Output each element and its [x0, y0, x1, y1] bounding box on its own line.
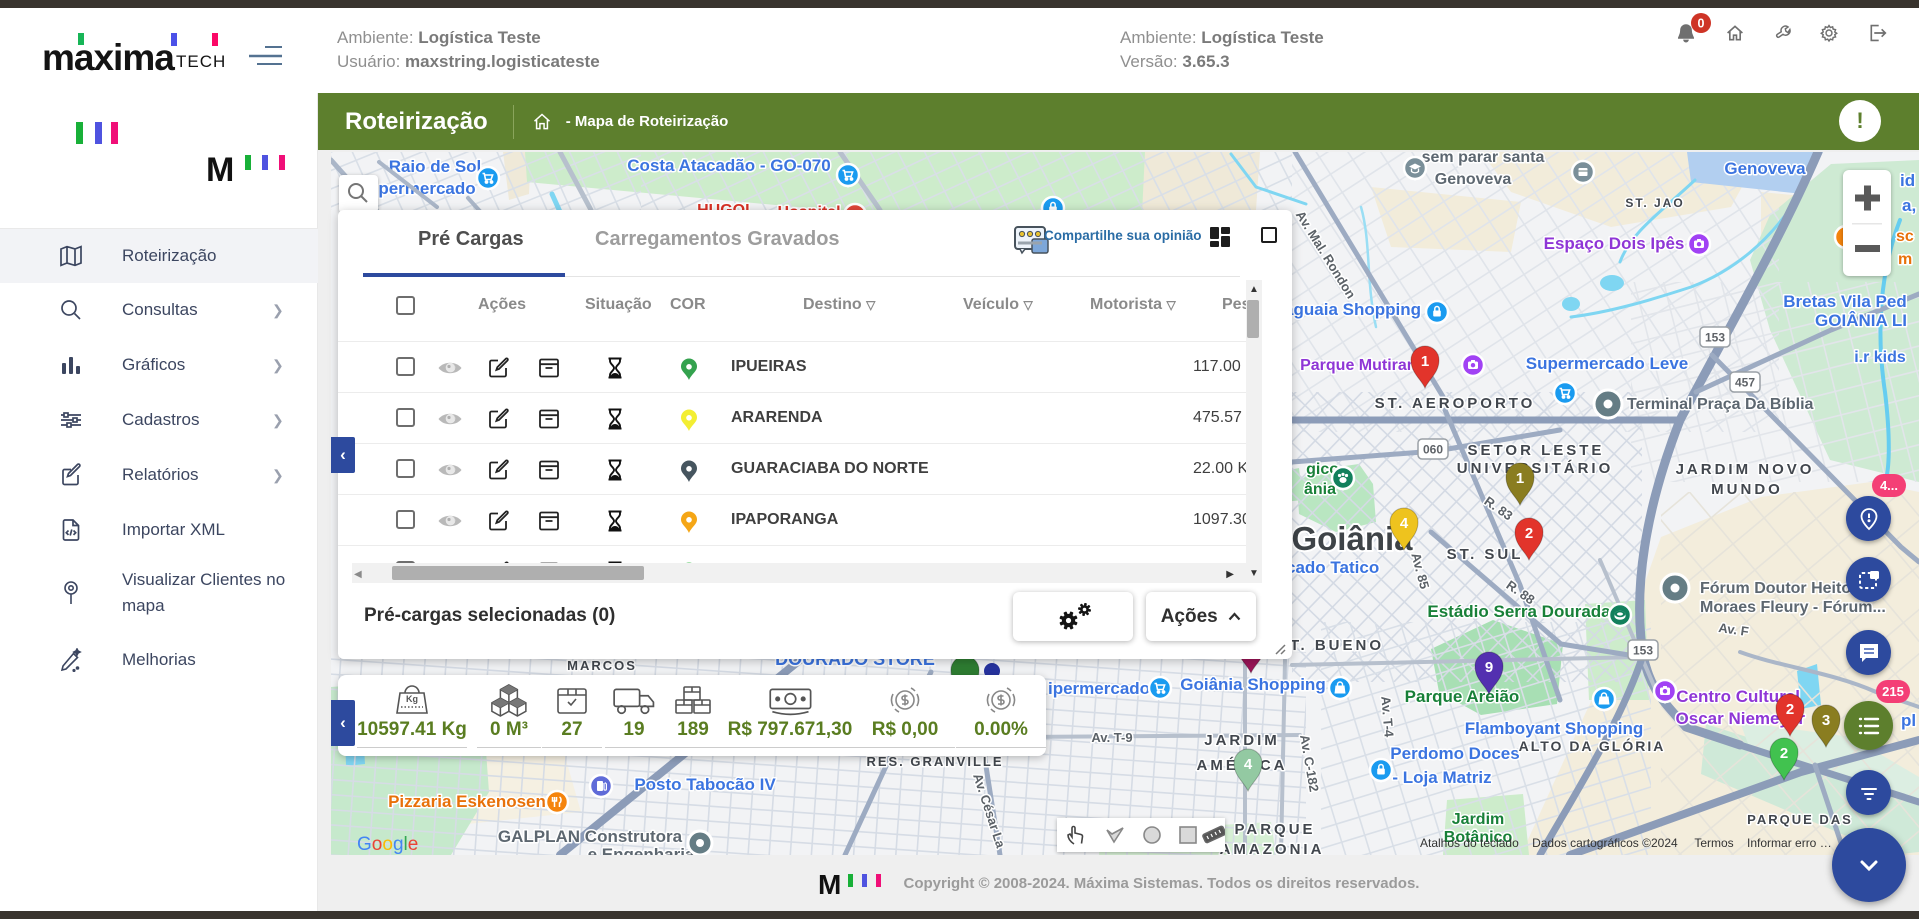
svg-text:id: id	[1900, 171, 1915, 190]
svg-text:Perdomo Doces: Perdomo Doces	[1390, 744, 1519, 763]
svg-text:PARQUE DAS: PARQUE DAS	[1747, 812, 1853, 827]
svg-text:MARCOS: MARCOS	[567, 658, 637, 673]
svg-text:4: 4	[1244, 756, 1253, 773]
svg-text:permercado: permercado	[378, 179, 475, 198]
svg-text:PARQUE: PARQUE	[1234, 821, 1315, 838]
svg-text:Posto Tabocão IV: Posto Tabocão IV	[634, 775, 776, 794]
svg-text:- Loja Matriz: - Loja Matriz	[1392, 768, 1491, 787]
svg-text:ânia: ânia	[1304, 481, 1336, 498]
svg-text:3: 3	[1822, 712, 1830, 729]
svg-text:Genoveva: Genoveva	[1435, 171, 1512, 188]
svg-text:Espaço Dois Ipês: Espaço Dois Ipês	[1544, 234, 1685, 253]
svg-text:Goiânia Shopping: Goiânia Shopping	[1180, 675, 1325, 694]
svg-text:Costa Atacadão - GO-070: Costa Atacadão - GO-070	[627, 156, 830, 175]
svg-text:AMAZONIA: AMAZONIA	[1220, 841, 1325, 855]
svg-text:Parque Areião: Parque Areião	[1405, 687, 1520, 706]
svg-text:1: 1	[1421, 353, 1429, 370]
svg-text:ST. SUL: ST. SUL	[1447, 546, 1524, 563]
svg-text:9: 9	[1485, 659, 1493, 676]
svg-text:m: m	[1898, 251, 1912, 268]
svg-text:153: 153	[1633, 644, 1653, 658]
svg-text:Raio de Sol: Raio de Sol	[389, 157, 482, 176]
svg-text:sem parar santa: sem parar santa	[1422, 152, 1545, 166]
svg-text:ST. JAO: ST. JAO	[1625, 196, 1684, 210]
svg-text:ipermercado: ipermercado	[1048, 679, 1150, 698]
svg-text:ST. AEROPORTO: ST. AEROPORTO	[1375, 395, 1536, 412]
svg-text:457: 457	[1735, 376, 1755, 390]
svg-text:060: 060	[1423, 443, 1443, 457]
svg-text:e Engenharia: e Engenharia	[588, 845, 695, 855]
svg-text:a,: a,	[1902, 196, 1916, 215]
svg-text:RES. GRANVILLE: RES. GRANVILLE	[866, 754, 1003, 769]
svg-text:JARDIM: JARDIM	[1204, 732, 1280, 749]
svg-text:GALPLAN Construtora: GALPLAN Construtora	[498, 827, 683, 846]
svg-text:Terminal Praça Da Bíblia: Terminal Praça Da Bíblia	[1627, 396, 1814, 413]
svg-text:Google: Google	[357, 834, 418, 855]
svg-text:2: 2	[1525, 525, 1533, 542]
svg-text:Av. T-9: Av. T-9	[1091, 730, 1132, 745]
svg-text:cado Tatico: cado Tatico	[1286, 558, 1379, 577]
svg-text:GOIÂNIA LI: GOIÂNIA LI	[1815, 311, 1907, 330]
svg-text:ALTO DA GLÓRIA: ALTO DA GLÓRIA	[1519, 737, 1666, 754]
svg-text:2: 2	[1786, 701, 1794, 718]
svg-text:Genoveva: Genoveva	[1724, 159, 1806, 178]
svg-text:maxima: maxima	[42, 37, 175, 78]
svg-text:TECH: TECH	[176, 52, 226, 71]
svg-text:T. BUENO: T. BUENO	[1290, 637, 1384, 654]
svg-text:Jardim: Jardim	[1452, 811, 1504, 828]
svg-text:2: 2	[1780, 745, 1788, 762]
svg-text:MUNDO: MUNDO	[1711, 481, 1783, 498]
svg-text:Supermercado Leve: Supermercado Leve	[1526, 354, 1689, 373]
svg-text:Fórum Doutor Heito: Fórum Doutor Heito	[1700, 580, 1851, 597]
svg-text:UNIVERSITÁRIO: UNIVERSITÁRIO	[1457, 460, 1614, 477]
svg-text:M: M	[818, 869, 841, 898]
svg-text:Pizzaria Eskenosen: Pizzaria Eskenosen	[388, 792, 546, 811]
svg-text:4: 4	[1400, 515, 1409, 532]
svg-text:pl: pl	[1901, 711, 1916, 730]
svg-text:1: 1	[1516, 470, 1524, 487]
svg-text:SETOR LESTE: SETOR LESTE	[1468, 442, 1605, 459]
svg-text:i.r kids: i.r kids	[1854, 349, 1906, 366]
svg-text:Moraes Fleury - Fórum...: Moraes Fleury - Fórum...	[1700, 599, 1886, 616]
svg-text:JARDIM NOVO: JARDIM NOVO	[1676, 461, 1815, 478]
svg-text:M: M	[206, 151, 234, 189]
svg-text:Flamboyant Shopping: Flamboyant Shopping	[1465, 719, 1644, 738]
svg-text:Kg: Kg	[406, 694, 418, 704]
svg-text:sc: sc	[1896, 228, 1914, 245]
svg-text:Estádio Serra Dourada: Estádio Serra Dourada	[1427, 602, 1611, 621]
svg-text:Bretas Vila Ped: Bretas Vila Ped	[1783, 292, 1906, 311]
svg-text:153: 153	[1705, 331, 1725, 345]
svg-text:0: 0	[1698, 17, 1705, 31]
